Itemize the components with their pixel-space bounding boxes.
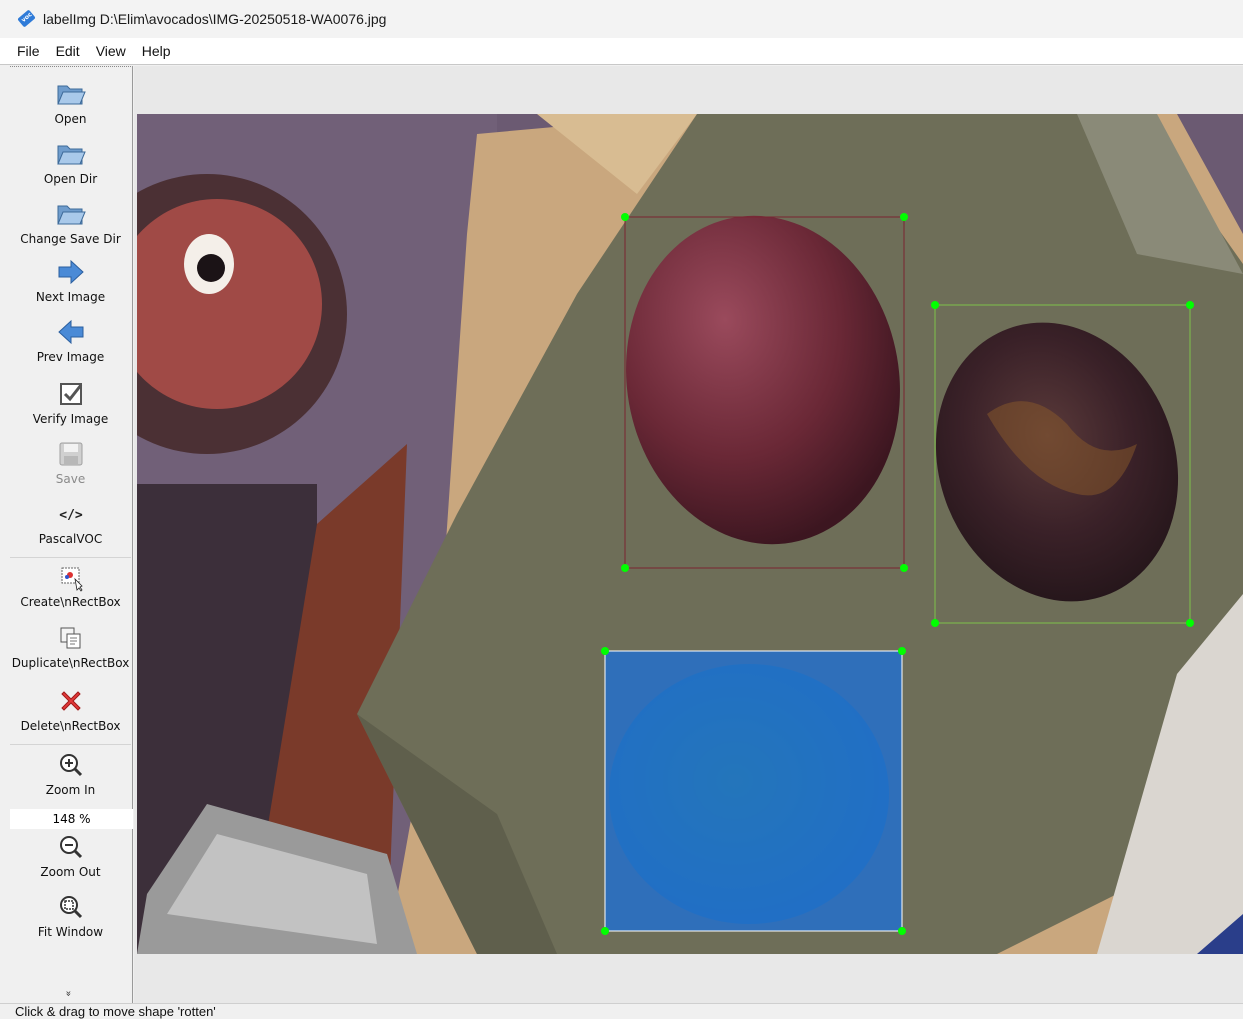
loaded-image[interactable] — [137, 114, 1243, 954]
toolbar-grip[interactable] — [10, 66, 131, 69]
next-image-button[interactable]: Next Image — [10, 256, 131, 304]
duplicate-rectbox-button[interactable]: Duplicate\nRectBox — [10, 622, 131, 670]
fit-window-button[interactable]: Fit Window — [10, 891, 131, 939]
title-bar: voc labelImg D:\Elim\avocados\IMG-202505… — [0, 0, 1243, 38]
delete-x-icon — [55, 685, 87, 717]
save-label: Save — [55, 472, 86, 486]
fit-window-icon — [55, 891, 87, 923]
toolbar-divider — [10, 557, 131, 558]
menu-edit[interactable]: Edit — [48, 43, 88, 59]
zoom-out-button[interactable]: Zoom Out — [10, 831, 131, 879]
create-rectbox-label: Create\nRectBox — [20, 595, 121, 609]
zoom-level-value: 148 % — [52, 812, 91, 826]
verify-image-button[interactable]: Verify Image — [10, 378, 131, 426]
app-icon-text: voc — [20, 11, 34, 24]
zoom-in-label: Zoom In — [45, 783, 96, 797]
menu-view[interactable]: View — [88, 43, 134, 59]
format-label: PascalVOC — [38, 532, 103, 546]
status-bar: Click & drag to move shape 'rotten' — [0, 1003, 1243, 1019]
duplicate-rectbox-label: Duplicate\nRectBox — [11, 656, 130, 670]
format-toggle-button[interactable]: </> PascalVOC — [10, 498, 131, 546]
labelimg-tag-icon: voc — [17, 9, 36, 28]
fit-window-label: Fit Window — [37, 925, 104, 939]
folder-open-icon — [55, 198, 87, 230]
toolbar-overflow-icon[interactable]: » — [63, 988, 74, 999]
menu-divider — [0, 64, 1243, 65]
verify-image-label: Verify Image — [32, 412, 109, 426]
window-title: labelImg D:\Elim\avocados\IMG-20250518-W… — [43, 11, 387, 27]
zoom-level-spinbox[interactable]: 148 % — [10, 809, 133, 829]
zoom-out-label: Zoom Out — [40, 865, 101, 879]
draw-rect-icon — [55, 561, 87, 593]
folder-open-icon — [55, 78, 87, 110]
bounding-box-selected[interactable] — [601, 647, 906, 935]
svg-text:</>: </> — [59, 508, 83, 523]
open-dir-label: Open Dir — [43, 172, 98, 186]
checkbox-icon — [55, 378, 87, 410]
zoom-in-button[interactable]: Zoom In — [10, 749, 131, 797]
folder-open-icon — [55, 138, 87, 170]
next-image-label: Next Image — [35, 290, 106, 304]
copy-icon — [55, 622, 87, 654]
toolbar: Open Open Dir Change Save Dir Next Image — [10, 66, 133, 1003]
status-text: Click & drag to move shape 'rotten' — [15, 1004, 216, 1019]
prev-image-button[interactable]: Prev Image — [10, 316, 131, 364]
toolbar-divider — [10, 744, 131, 745]
save-button[interactable]: Save — [10, 438, 131, 486]
open-dir-button[interactable]: Open Dir — [10, 138, 131, 186]
zoom-out-icon — [55, 831, 87, 863]
menu-file[interactable]: File — [9, 43, 48, 59]
code-tag-icon: </> — [55, 498, 87, 530]
open-label: Open — [54, 112, 87, 126]
prev-image-label: Prev Image — [36, 350, 105, 364]
delete-rectbox-label: Delete\nRectBox — [20, 719, 121, 733]
change-save-dir-button[interactable]: Change Save Dir — [10, 198, 131, 246]
open-button[interactable]: Open — [10, 78, 131, 126]
create-rectbox-button[interactable]: Create\nRectBox — [10, 561, 131, 609]
menu-help[interactable]: Help — [134, 43, 179, 59]
change-save-dir-label: Change Save Dir — [20, 232, 121, 246]
menu-bar: File Edit View Help — [0, 38, 1243, 64]
floppy-disk-icon — [55, 438, 87, 470]
image-canvas[interactable] — [134, 66, 1243, 1003]
delete-rectbox-button[interactable]: Delete\nRectBox — [10, 685, 131, 733]
arrow-right-icon — [55, 256, 87, 288]
arrow-left-icon — [55, 316, 87, 348]
zoom-in-icon — [55, 749, 87, 781]
